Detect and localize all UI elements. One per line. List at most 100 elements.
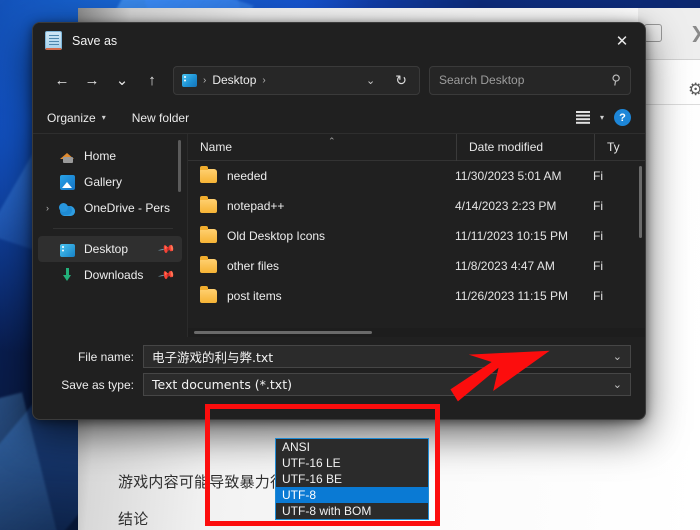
- search-placeholder: Search Desktop: [439, 73, 525, 87]
- sidebar-item-label: Home: [84, 149, 117, 163]
- organize-button[interactable]: Organize ▾: [47, 111, 106, 125]
- column-header-label: Ty: [607, 140, 620, 154]
- file-type: Fi: [593, 289, 603, 303]
- divider: [638, 104, 700, 105]
- save-as-type-value: Text documents (*.txt): [152, 377, 292, 392]
- file-name-value: 电子游戏的利与弊.txt: [152, 350, 274, 365]
- sidebar-item-label: OneDrive - Pers: [84, 201, 171, 215]
- file-date: 11/30/2023 5:01 AM: [455, 169, 562, 183]
- list-view-icon[interactable]: [575, 111, 590, 124]
- sidebar-item-home[interactable]: Home: [38, 143, 182, 169]
- file-name: post items: [227, 289, 282, 303]
- new-folder-label: New folder: [131, 110, 190, 125]
- forward-button[interactable]: →: [77, 66, 107, 94]
- chevron-down-icon[interactable]: ⌄: [613, 350, 622, 363]
- save-as-type-select[interactable]: Text documents (*.txt) ⌄: [143, 373, 631, 396]
- folder-icon: [200, 196, 217, 213]
- file-name: needed: [227, 169, 268, 183]
- encoding-dropdown-list[interactable]: ANSI UTF-16 LE UTF-16 BE UTF-8 UTF-8 wit…: [275, 438, 429, 520]
- folder-icon: [200, 286, 217, 303]
- expander-icon[interactable]: ›: [46, 203, 49, 213]
- up-button[interactable]: ↑: [137, 66, 167, 94]
- sidebar-item-desktop[interactable]: Desktop 📌: [38, 236, 182, 262]
- desktop-icon: [60, 243, 75, 257]
- gear-icon[interactable]: ⚙: [688, 80, 700, 100]
- file-date: 11/26/2023 11:15 PM: [455, 289, 568, 303]
- file-type: Fi: [593, 259, 603, 273]
- divider: [53, 228, 173, 229]
- file-name: other files: [227, 259, 280, 273]
- recent-locations-button[interactable]: ⌄: [107, 66, 137, 94]
- file-list-horizontal-scroll-track[interactable]: [188, 328, 645, 337]
- folder-icon: [200, 226, 217, 243]
- table-row[interactable]: post items 11/26/2023 11:15 PM Fi: [188, 281, 645, 311]
- file-date: 11/8/2023 4:47 AM: [455, 259, 555, 273]
- folder-icon: [200, 166, 217, 183]
- file-list-vertical-scrollbar[interactable]: [639, 166, 642, 238]
- navigation-pane: Home Gallery › OneDrive - Pers Desktop 📌…: [33, 134, 188, 337]
- save-as-dialog[interactable]: Save as ✕ ← → ⌄ ↑ › Desktop › ⌄ ↻ Search…: [32, 22, 646, 420]
- file-date: 11/11/2023 10:15 PM: [455, 229, 568, 243]
- command-bar: Organize ▾ New folder ▾ ?: [33, 102, 645, 134]
- square-tab-icon[interactable]: [644, 24, 662, 42]
- save-as-type-label: Save as type:: [61, 377, 134, 392]
- chevron-down-icon[interactable]: ⌄: [613, 378, 622, 391]
- pin-icon[interactable]: 📌: [158, 266, 177, 285]
- background-heading: 结论: [118, 510, 149, 528]
- chevron-right-icon[interactable]: ❯: [690, 26, 700, 42]
- chevron-down-icon[interactable]: ▾: [600, 113, 604, 122]
- gallery-icon: [60, 174, 75, 190]
- breadcrumb-separator: ›: [262, 74, 266, 86]
- table-row[interactable]: needed 11/30/2023 5:01 AM Fi: [188, 161, 645, 191]
- search-input[interactable]: Search Desktop ⚲: [429, 65, 631, 95]
- dialog-body: Home Gallery › OneDrive - Pers Desktop 📌…: [33, 134, 645, 337]
- sort-ascending-icon: ⌃: [328, 135, 336, 146]
- back-button[interactable]: ←: [47, 66, 77, 94]
- close-icon[interactable]: ✕: [599, 23, 645, 58]
- file-type: Fi: [593, 229, 603, 243]
- new-folder-button[interactable]: New folder: [132, 111, 189, 125]
- download-icon: [60, 267, 75, 283]
- file-name-label: File name:: [77, 349, 134, 364]
- encoding-option-utf8[interactable]: UTF-8: [276, 487, 428, 503]
- encoding-option-utf8-bom[interactable]: UTF-8 with BOM: [276, 503, 428, 519]
- home-icon: [60, 149, 75, 164]
- chevron-down-icon: ▾: [101, 113, 106, 122]
- dialog-titlebar[interactable]: Save as ✕: [33, 23, 645, 58]
- table-row[interactable]: other files 11/8/2023 4:47 AM Fi: [188, 251, 645, 281]
- encoding-option-utf16le[interactable]: UTF-16 LE: [276, 455, 428, 471]
- sidebar-item-label: Gallery: [84, 175, 123, 189]
- column-header-type[interactable]: Ty: [594, 134, 634, 161]
- folder-icon: [200, 256, 217, 273]
- column-header-label: Name: [200, 140, 233, 154]
- sidebar-item-onedrive[interactable]: › OneDrive - Pers: [38, 195, 182, 221]
- file-list-horizontal-scrollbar[interactable]: [194, 331, 372, 334]
- table-row[interactable]: Old Desktop Icons 11/11/2023 10:15 PM Fi: [188, 221, 645, 251]
- encoding-option-utf16be[interactable]: UTF-16 BE: [276, 471, 428, 487]
- column-header-date-modified[interactable]: Date modified: [456, 134, 594, 161]
- address-bar[interactable]: › Desktop › ⌄ ↻: [173, 65, 420, 95]
- table-row[interactable]: notepad++ 4/14/2023 2:23 PM Fi: [188, 191, 645, 221]
- sidebar-item-gallery[interactable]: Gallery: [38, 169, 182, 195]
- file-type: Fi: [593, 199, 603, 213]
- breadcrumb-item-desktop[interactable]: Desktop: [212, 73, 256, 87]
- command-bar-right: ▾ ?: [575, 109, 631, 126]
- encoding-option-ansi[interactable]: ANSI: [276, 439, 428, 455]
- sidebar-item-downloads[interactable]: Downloads 📌: [38, 262, 182, 288]
- dialog-title: Save as: [72, 33, 118, 48]
- file-name-input[interactable]: 电子游戏的利与弊.txt ⌄: [143, 345, 631, 368]
- breadcrumb-separator: ›: [203, 74, 207, 86]
- file-name: Old Desktop Icons: [227, 229, 326, 243]
- annotation-arrow-icon: [450, 350, 550, 402]
- navpane-scrollbar[interactable]: [178, 140, 181, 192]
- sidebar-item-label: Desktop: [84, 242, 129, 256]
- help-icon[interactable]: ?: [614, 109, 631, 126]
- chevron-down-icon[interactable]: ⌄: [358, 74, 383, 87]
- save-form: File name: 电子游戏的利与弊.txt ⌄ Save as type: …: [33, 337, 645, 396]
- file-type: Fi: [593, 169, 603, 183]
- pin-icon[interactable]: 📌: [158, 240, 177, 259]
- notepad-icon: [45, 31, 62, 50]
- column-header-name[interactable]: Name ⌃: [188, 134, 456, 161]
- refresh-icon[interactable]: ↻: [389, 72, 413, 89]
- search-icon[interactable]: ⚲: [610, 71, 622, 88]
